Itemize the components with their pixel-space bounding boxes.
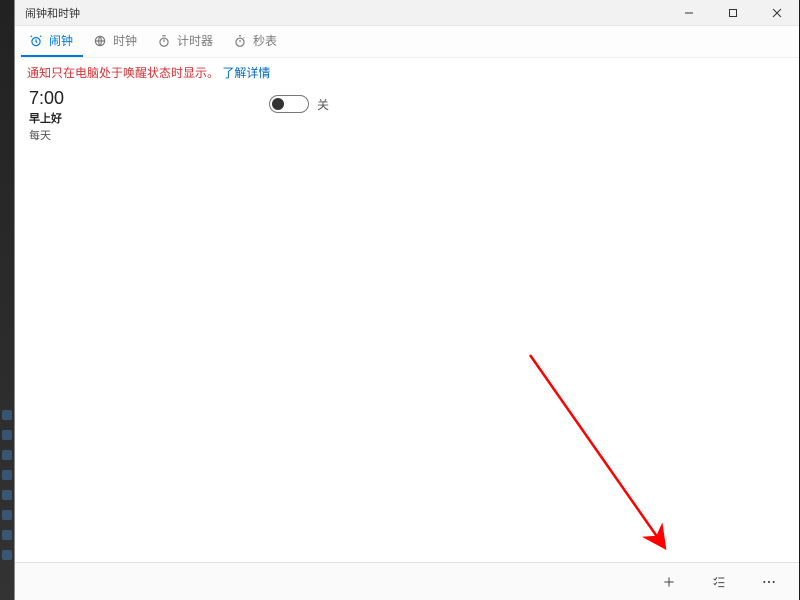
globe-clock-icon bbox=[93, 34, 107, 48]
tab-timer[interactable]: 计时器 bbox=[149, 26, 223, 57]
tab-stopwatch-label: 秒表 bbox=[253, 32, 277, 49]
maximize-button[interactable] bbox=[711, 0, 755, 25]
alarm-item[interactable]: 7:00 早上好 每天 关 bbox=[15, 85, 799, 147]
timer-icon bbox=[157, 34, 171, 48]
minimize-icon bbox=[684, 8, 694, 18]
wake-notice-link[interactable]: 了解详情 bbox=[222, 66, 270, 80]
alarm-list: 7:00 早上好 每天 关 bbox=[15, 85, 799, 562]
alarm-toggle-state: 关 bbox=[317, 96, 329, 113]
tab-alarm-label: 闹钟 bbox=[49, 32, 73, 49]
maximize-icon bbox=[728, 8, 738, 18]
tab-timer-label: 计时器 bbox=[177, 32, 213, 49]
alarm-toggle-group: 关 bbox=[269, 95, 329, 113]
add-alarm-button[interactable] bbox=[649, 566, 689, 598]
stopwatch-icon bbox=[233, 34, 247, 48]
alarm-name: 早上好 bbox=[29, 110, 229, 126]
more-button[interactable] bbox=[749, 566, 789, 598]
toggle-knob bbox=[272, 98, 284, 110]
window-title: 闹钟和时钟 bbox=[15, 5, 80, 21]
close-button[interactable] bbox=[755, 0, 799, 25]
titlebar: 闹钟和时钟 bbox=[15, 0, 799, 26]
select-alarms-button[interactable] bbox=[699, 566, 739, 598]
alarm-info: 7:00 早上好 每天 bbox=[29, 89, 229, 143]
checklist-icon bbox=[711, 574, 727, 590]
app-window: 闹钟和时钟 闹钟 bbox=[14, 0, 799, 600]
minimize-button[interactable] bbox=[667, 0, 711, 25]
tab-clock-label: 时钟 bbox=[113, 32, 137, 49]
command-bar bbox=[15, 562, 799, 600]
plus-icon bbox=[661, 574, 677, 590]
alarm-time: 7:00 bbox=[29, 89, 229, 109]
ellipsis-icon bbox=[761, 574, 777, 590]
wake-notice-text: 通知只在电脑处于唤醒状态时显示。 bbox=[27, 66, 219, 80]
alarm-repeat: 每天 bbox=[29, 127, 229, 143]
tab-stopwatch[interactable]: 秒表 bbox=[225, 26, 287, 57]
alarm-icon bbox=[29, 34, 43, 48]
alarm-toggle[interactable] bbox=[269, 95, 309, 113]
close-icon bbox=[772, 8, 782, 18]
window-controls bbox=[667, 0, 799, 25]
tab-bar: 闹钟 时钟 计时器 秒表 bbox=[15, 26, 799, 58]
desktop-left-strip bbox=[0, 0, 14, 600]
wake-notice: 通知只在电脑处于唤醒状态时显示。 了解详情 bbox=[15, 58, 799, 85]
tab-alarm[interactable]: 闹钟 bbox=[21, 26, 83, 57]
tab-clock[interactable]: 时钟 bbox=[85, 26, 147, 57]
